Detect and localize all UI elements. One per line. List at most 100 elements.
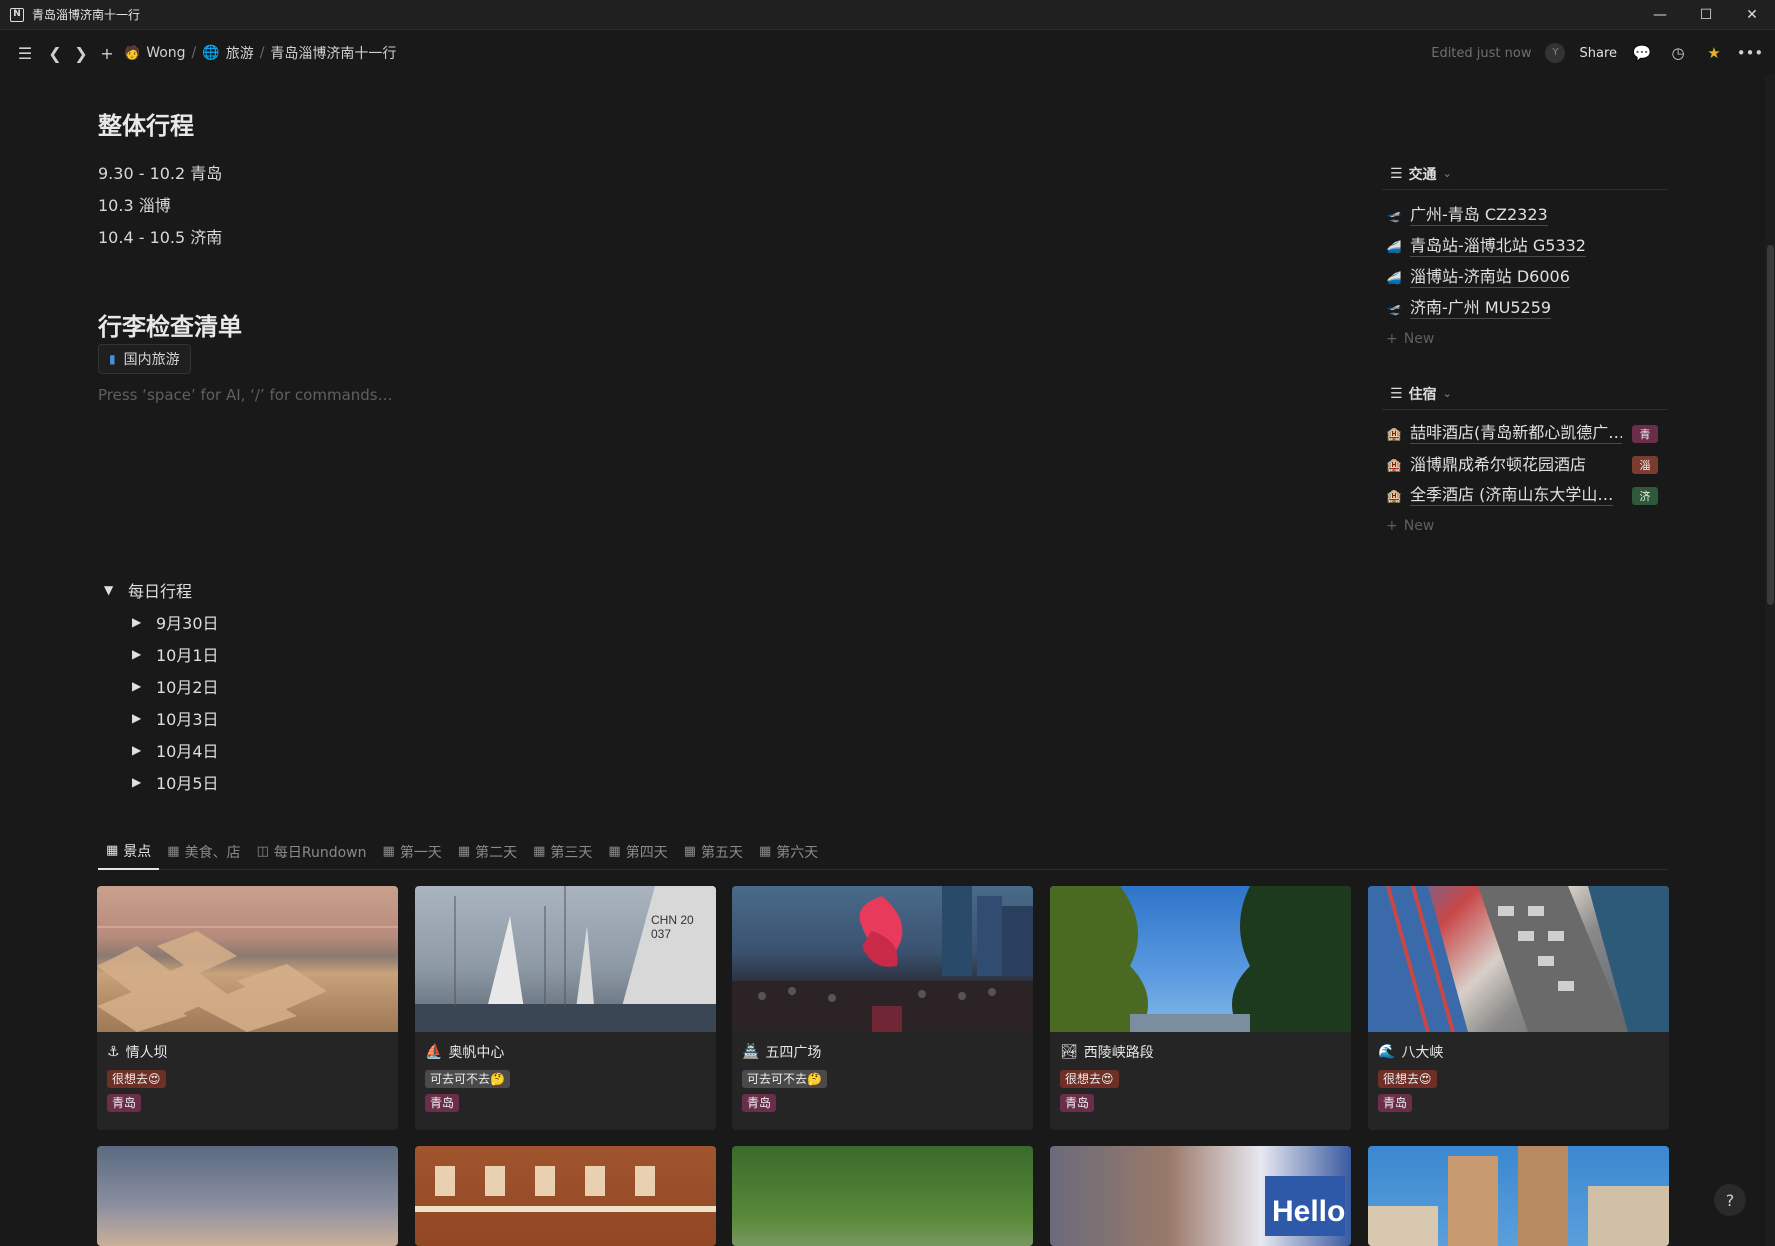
maximize-icon[interactable]: ☐ xyxy=(1683,0,1729,30)
transport-item[interactable]: 🛫 济南-广州 MU5259 xyxy=(1382,293,1668,324)
gallery-card[interactable]: ⚓ 情人坝 很想去😍 青岛 xyxy=(97,886,398,1130)
transport-new-button[interactable]: + New xyxy=(1382,324,1668,354)
itinerary-line[interactable]: 10.3 淄博 xyxy=(98,192,171,216)
help-button[interactable]: ? xyxy=(1714,1184,1746,1216)
day-toggle[interactable]: ▶ 9月30日 xyxy=(132,610,219,634)
scrollbar-thumb[interactable] xyxy=(1767,245,1774,605)
window-titlebar: N 青岛淄博济南十一行 — ☐ ✕ xyxy=(0,0,1775,30)
daily-toggle[interactable]: ▼ 每日行程 xyxy=(104,578,192,602)
transport-item[interactable]: 🚄 青岛站-淄博北站 G5332 xyxy=(1382,231,1668,262)
toggle-closed-icon[interactable]: ▶ xyxy=(132,775,146,789)
breadcrumb-separator: / xyxy=(259,45,265,61)
wave-icon: 🌊 xyxy=(1378,1044,1396,1060)
lodging-item[interactable]: 🏨 全季酒店 (济南山东大学山… 济 xyxy=(1382,480,1668,511)
transport-item[interactable]: 🛫 广州-青岛 CZ2323 xyxy=(1382,200,1668,231)
toggle-closed-icon[interactable]: ▶ xyxy=(132,711,146,725)
lodging-item[interactable]: 🏨 喆啡酒店(青岛新都心凯德广… 青 xyxy=(1382,418,1668,449)
tab-day6[interactable]: ▦ 第六天 xyxy=(751,834,826,870)
chevron-down-icon[interactable]: ⌄ xyxy=(1443,387,1452,400)
cover-image-red-building xyxy=(415,1146,716,1246)
city-tag: 青岛 xyxy=(107,1094,142,1112)
day-label: 10月1日 xyxy=(156,646,219,665)
transport-view-header[interactable]: ☰ 交通 ⌄ xyxy=(1382,158,1668,190)
gallery-card[interactable] xyxy=(415,1146,716,1246)
transport-item[interactable]: 🚄 淄博站-济南站 D6006 xyxy=(1382,262,1668,293)
status-tag: 可去可不去🤔 xyxy=(425,1070,510,1088)
cover-image-church-towers xyxy=(1368,1146,1669,1246)
collaborator-avatar[interactable]: Y xyxy=(1545,43,1566,63)
anchor-icon: ⚓ xyxy=(107,1044,120,1060)
cover-image-hello-sign: Hello xyxy=(1050,1146,1351,1246)
back-icon[interactable]: ❮ xyxy=(42,40,68,66)
tab-day5[interactable]: ▦ 第五天 xyxy=(676,834,751,870)
toggle-closed-icon[interactable]: ▶ xyxy=(132,647,146,661)
checklist-heading: 行李检查清单 xyxy=(98,313,242,341)
editor-placeholder[interactable]: Press ‘space’ for AI, ‘/’ for commands… xyxy=(98,386,393,404)
tab-label: 景点 xyxy=(123,843,152,860)
history-icon[interactable]: ◷ xyxy=(1667,42,1689,64)
tab-day2[interactable]: ▦ 第二天 xyxy=(450,834,525,870)
comments-icon[interactable]: 💬 xyxy=(1631,42,1653,64)
tab-day3[interactable]: ▦ 第三天 xyxy=(525,834,600,870)
toggle-closed-icon[interactable]: ▶ xyxy=(132,615,146,629)
lodging-view-header[interactable]: ☰ 住宿 ⌄ xyxy=(1382,378,1668,410)
table-view-icon: ▦ xyxy=(683,844,696,859)
lodging-new-button[interactable]: + New xyxy=(1382,511,1668,541)
chevron-down-icon[interactable]: ⌄ xyxy=(1443,167,1452,180)
gallery-card[interactable]: 🌊 八大峡 很想去😍 青岛 xyxy=(1368,886,1669,1130)
gallery-card[interactable]: 🏞 西陵峡路段 很想去😍 青岛 xyxy=(1050,886,1351,1130)
train-icon: 🚄 xyxy=(1386,239,1402,254)
gallery-card[interactable] xyxy=(732,1146,1033,1246)
lodging-item[interactable]: 🏨 淄博鼎成希尔顿花园酒店 淄 xyxy=(1382,449,1668,480)
toggle-closed-icon[interactable]: ▶ xyxy=(132,679,146,693)
card-title: 西陵峡路段 xyxy=(1083,1045,1154,1061)
gallery-card[interactable] xyxy=(97,1146,398,1246)
day-toggle[interactable]: ▶ 10月5日 xyxy=(132,770,219,794)
lodging-database: ☰ 住宿 ⌄ 🏨 喆啡酒店(青岛新都心凯德广… 青 🏨 淄博鼎成希尔顿花园酒店 淄 🏨 全… xyxy=(1382,378,1668,541)
gallery-card[interactable]: Hello xyxy=(1050,1146,1351,1246)
tab-food[interactable]: ▦ 美食、店 xyxy=(159,834,248,870)
close-icon[interactable]: ✕ xyxy=(1729,0,1775,30)
breadcrumb: 🧑 Wong / 🌐 旅游 / 青岛淄博济南十一行 xyxy=(124,43,396,63)
gallery-card[interactable] xyxy=(1368,1146,1669,1246)
breadcrumb-page[interactable]: 青岛淄博济南十一行 xyxy=(270,43,396,63)
page-topbar: ☰ ❮ ❯ + 🧑 Wong / 🌐 旅游 / 青岛淄博济南十一行 Edited… xyxy=(0,31,1775,75)
day-toggle[interactable]: ▶ 10月1日 xyxy=(132,642,219,666)
tab-day1[interactable]: ▦ 第一天 xyxy=(375,834,450,870)
vertical-scrollbar[interactable] xyxy=(1765,75,1775,1246)
day-toggle[interactable]: ▶ 10月3日 xyxy=(132,706,219,730)
table-view-icon: ▦ xyxy=(457,844,471,859)
itinerary-line[interactable]: 9.30 - 10.2 青岛 xyxy=(98,160,222,184)
more-options-icon[interactable]: ••• xyxy=(1737,42,1764,64)
sidebar-menu-icon[interactable]: ☰ xyxy=(12,40,38,66)
gallery-card[interactable]: 🏯 五四广场 可去可不去🤔 青岛 xyxy=(732,886,1033,1130)
tab-label: 美食、店 xyxy=(184,844,241,861)
share-button[interactable]: Share xyxy=(1579,46,1617,61)
gallery-card[interactable]: CHN 20 037 ⛵ 奥帆中心 可去可不去🤔 青岛 xyxy=(415,886,716,1130)
cover-image-sunset-clouds xyxy=(97,1146,398,1246)
day-toggle[interactable]: ▶ 10月4日 xyxy=(132,738,219,762)
breadcrumb-section[interactable]: 旅游 xyxy=(226,43,254,63)
document-icon: ▮ xyxy=(109,352,116,366)
transport-label: 淄博站-济南站 D6006 xyxy=(1410,267,1570,288)
tab-scenic[interactable]: ▦ 景点 xyxy=(98,834,160,870)
new-page-icon[interactable]: + xyxy=(94,40,120,66)
new-label: New xyxy=(1403,518,1435,534)
tab-day4[interactable]: ▦ 第四天 xyxy=(600,834,675,870)
landscape-icon: 🏞 xyxy=(1060,1044,1078,1060)
status-tag: 很想去😍 xyxy=(1060,1070,1119,1088)
pagoda-icon: 🏯 xyxy=(742,1044,760,1060)
minimize-icon[interactable]: — xyxy=(1637,0,1683,30)
forward-icon[interactable]: ❯ xyxy=(68,40,94,66)
breadcrumb-user[interactable]: Wong xyxy=(146,45,185,61)
favorite-star-icon[interactable]: ★ xyxy=(1703,42,1725,64)
city-tag: 济 xyxy=(1632,486,1658,505)
toggle-open-icon[interactable]: ▼ xyxy=(104,583,118,597)
lodging-title: 住宿 xyxy=(1408,386,1437,403)
day-toggle[interactable]: ▶ 10月2日 xyxy=(132,674,219,698)
tab-rundown[interactable]: ◫ 每日Rundown xyxy=(249,834,375,870)
plus-icon: + xyxy=(1386,331,1398,347)
checklist-link-chip[interactable]: ▮ 国内旅游 xyxy=(98,344,191,374)
itinerary-line[interactable]: 10.4 - 10.5 济南 xyxy=(98,224,222,248)
toggle-closed-icon[interactable]: ▶ xyxy=(132,743,146,757)
